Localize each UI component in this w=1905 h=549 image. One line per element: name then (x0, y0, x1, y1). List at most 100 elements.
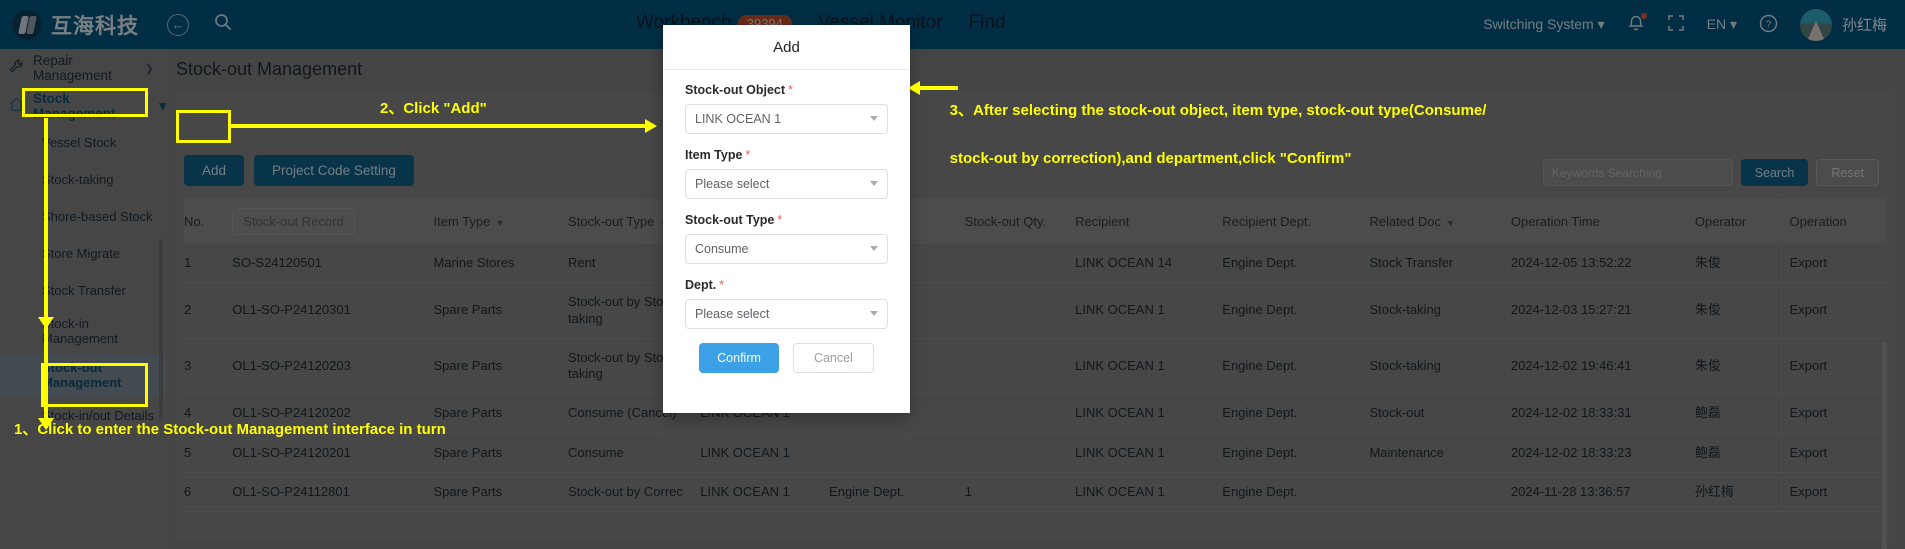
language-selector[interactable]: EN ▾ (1707, 16, 1737, 33)
cell-recipient_dept: Engine Dept. (1222, 393, 1370, 434)
screenshot-root: 互海科技 ← Workbench 39394 Vessel Monitor Fin… (0, 0, 1905, 549)
table-header-row: No. Stock-out Record Item Type ▼ Stock-ou… (184, 199, 1887, 244)
reset-button[interactable]: Reset (1816, 159, 1879, 186)
brand-name: 互海科技 (51, 14, 139, 38)
project-code-setting-button[interactable]: Project Code Setting (254, 155, 414, 186)
help-icon[interactable]: ? (1759, 14, 1778, 36)
stock-out-object-select[interactable]: LINK OCEAN 1 (685, 104, 888, 134)
sidebar-item-shore-based-stock[interactable]: Shore-based Stock (0, 199, 166, 236)
cell-operation[interactable]: Export (1780, 433, 1887, 473)
search-icon[interactable] (213, 12, 233, 37)
search-area: Search Reset (1542, 159, 1879, 186)
cell-item_type: Spare Parts (433, 472, 569, 513)
chevron-down-icon (870, 246, 878, 251)
col-related-doc[interactable]: Related Doc ▼ (1369, 199, 1511, 244)
sidebar-item-stock-in-management[interactable]: Stock-in Management (0, 310, 166, 354)
sidebar-item-stock-management[interactable]: Stock Management ▾ (0, 87, 166, 125)
sidebar-item-label: Vessel Stock (42, 135, 117, 151)
page-title: Stock-out Management (176, 59, 363, 79)
cell-operator: 鲍磊 (1694, 393, 1782, 434)
cell-dept: Engine Dept. (829, 472, 965, 513)
dept-select[interactable]: Please select (685, 299, 888, 329)
col-operation-time: Operation Time (1510, 199, 1695, 244)
chevron-down-icon (870, 116, 878, 121)
cell-related_doc[interactable]: Stock-taking (1369, 282, 1511, 339)
cell-qty (964, 393, 1076, 434)
bell-icon[interactable] (1627, 13, 1647, 35)
annotation-step-3: 3、After selecting the stock-out object, … (933, 75, 1487, 195)
dialog-body: Stock-out Object * LINK OCEAN 1 Item Type… (663, 70, 910, 373)
cell-item_type: Spare Parts (433, 393, 569, 434)
sidebar-item-stock-taking[interactable]: Stock-taking (0, 162, 166, 199)
cell-stock_out_type: Consume (568, 433, 701, 473)
dialog-title: Add (663, 25, 910, 70)
cell-recipient: LINK OCEAN 14 (1075, 244, 1223, 284)
cell-operator: 孙红梅 (1694, 472, 1782, 513)
col-stock-out-record: Stock-out Record (232, 199, 434, 244)
col-operator: Operator (1694, 199, 1782, 244)
sidebar-item-label: Stock-taking (42, 172, 114, 188)
annotation-step-3-line-1: 3、After selecting the stock-out object, … (949, 102, 1487, 119)
cell-related_doc[interactable]: Stock-out (1369, 393, 1511, 434)
col-recipient: Recipient (1075, 199, 1223, 244)
cell-operator: 鲍磊 (1694, 433, 1782, 473)
cell-recipient: LINK OCEAN 1 (1075, 433, 1223, 473)
col-recipient-dept: Recipient Dept. (1222, 199, 1370, 244)
add-button[interactable]: Add (184, 155, 245, 186)
confirm-button[interactable]: Confirm (699, 343, 779, 373)
cell-operation[interactable]: Export (1780, 393, 1887, 434)
sidebar-item-label: Shore-based Stock (42, 209, 153, 225)
cell-item_type: Marine Stores (433, 244, 569, 284)
sidebar-item-label: Store Migrate (42, 246, 121, 262)
cell-operation[interactable]: Export (1780, 244, 1887, 284)
annotation-line-sidebar (44, 118, 48, 428)
home-icon (8, 96, 25, 116)
item-type-select[interactable]: Please select (685, 169, 888, 199)
annotation-step-3-line-2: stock-out by correction),and department,… (949, 150, 1352, 167)
table-row: 1SO-S24120501Marine StoresRentShore-base… (184, 244, 1887, 284)
cell-object: LINK OCEAN 1 (700, 472, 830, 513)
sidebar-group-repair-management[interactable]: Repair Management ❯ (0, 49, 166, 87)
cell-op_time: 2024-12-02 18:33:31 (1510, 393, 1695, 434)
cell-recipient: LINK OCEAN 1 (1075, 393, 1223, 434)
sidebar-item-stock-transfer[interactable]: Stock Transfer (0, 273, 166, 310)
cell-record: OL1-SO-P24120301 (232, 282, 434, 339)
cell-operation[interactable]: Export (1780, 338, 1887, 395)
stock-out-object-value: LINK OCEAN 1 (695, 112, 782, 126)
back-arrow-icon[interactable]: ← (167, 13, 189, 36)
nav-item-find[interactable]: Find (969, 12, 1006, 34)
col-no: No. (184, 199, 233, 244)
stock-out-object-label: Stock-out Object * (685, 83, 793, 97)
cell-operation[interactable]: Export (1780, 472, 1887, 513)
cell-dept (829, 433, 965, 473)
table-row: 2 OL1-SO-P24120301 Spare Parts Stock-out by… (184, 282, 1887, 339)
sidebar-item-label: Stock-in Management (42, 316, 118, 346)
cell-related_doc[interactable]: Stock Transfer (1369, 244, 1511, 284)
fullscreen-icon[interactable] (1667, 14, 1685, 35)
switching-system-button[interactable]: Switching System ▾ (1483, 16, 1604, 33)
search-button[interactable]: Search (1740, 159, 1809, 186)
stock-out-type-select[interactable]: Consume (685, 234, 888, 264)
item-type-label: Item Type * (685, 148, 751, 162)
sidebar-item-label: Stock-out Management (42, 360, 122, 390)
avatar[interactable] (1799, 8, 1832, 41)
sidebar-scrollbar[interactable] (159, 239, 163, 419)
cell-operation[interactable]: Export (1780, 282, 1887, 339)
chevron-down-icon (870, 181, 878, 186)
table-scrollbar[interactable] (1882, 341, 1887, 549)
cell-related_doc[interactable]: Maintenance (1369, 433, 1511, 473)
cell-recipient: LINK OCEAN 1 (1075, 472, 1223, 513)
cell-recipient_dept: Engine Dept. (1222, 472, 1370, 513)
cell-stock_out_type: Stock-out by Correc (568, 472, 701, 513)
search-input[interactable] (1542, 159, 1733, 186)
col-item-type[interactable]: Item Type ▼ (433, 199, 569, 244)
cell-related_doc[interactable] (1369, 472, 1511, 513)
cell-record: OL1-SO-P24120203 (232, 338, 434, 395)
cancel-button[interactable]: Cancel (792, 343, 874, 373)
sidebar-item-stock-out-management[interactable]: Stock-out Management (0, 354, 166, 398)
cell-related_doc[interactable]: Stock-taking (1369, 338, 1511, 395)
table-body: 1SO-S24120501Marine StoresRentShore-base… (184, 244, 1887, 513)
sidebar-item-vessel-stock[interactable]: Vessel Stock (0, 125, 166, 162)
sidebar-item-store-migrate[interactable]: Store Migrate (0, 236, 166, 273)
sidebar-group-label: Repair Management (33, 53, 112, 83)
